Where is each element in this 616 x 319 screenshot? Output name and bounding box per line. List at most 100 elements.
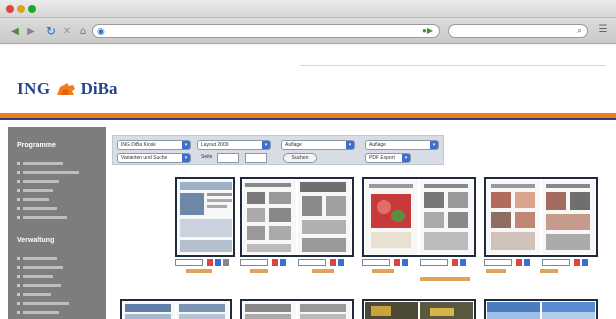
info-icon[interactable] — [223, 259, 229, 266]
auflage-select-value: Auflage — [285, 142, 302, 148]
stop-icon[interactable]: ✕ — [60, 24, 74, 38]
sidebar-item[interactable] — [17, 214, 67, 220]
go-icon[interactable]: ●▶ — [422, 26, 433, 35]
forward-arrow-icon[interactable]: ▶ — [24, 24, 38, 38]
sidebar-item[interactable] — [17, 291, 51, 297]
pdf-icon[interactable] — [516, 259, 522, 266]
page-thumbnail[interactable] — [120, 299, 232, 319]
sidebar-item[interactable] — [17, 255, 57, 261]
thumbnail-page — [177, 302, 229, 319]
browser-window: ◀ ▶ ↻ ✕ ⌂ ◉ ●▶ ⌕ ☰ ING DiBa Programme Ve… — [0, 0, 616, 319]
page-number-field[interactable] — [298, 259, 326, 266]
thumbnail-page — [243, 302, 296, 319]
pdf-icon[interactable] — [394, 259, 400, 266]
thumbnail-page — [542, 180, 595, 254]
sidebar-item[interactable] — [17, 187, 53, 193]
thumbnail-caption — [240, 259, 354, 267]
header-divider — [300, 65, 606, 66]
sidebar-item[interactable] — [17, 300, 69, 306]
page-thumbnail[interactable] — [175, 177, 235, 257]
page-thumbnail[interactable] — [484, 177, 598, 257]
thumbnail-page — [298, 302, 351, 319]
thumbnail-page — [123, 302, 175, 319]
home-icon[interactable]: ⌂ — [76, 24, 90, 38]
page-number-field[interactable] — [240, 259, 268, 266]
thumbnail-caption — [175, 259, 235, 267]
thumbnail-label — [186, 269, 212, 273]
kiosk-select[interactable]: ING DiBa Kiosk ▾ — [117, 140, 191, 150]
thumbnail-label — [486, 269, 506, 273]
chevron-down-icon: ▾ — [430, 141, 438, 149]
page-thumbnail[interactable] — [484, 299, 598, 319]
download-icon[interactable] — [215, 259, 221, 266]
page-thumbnail[interactable] — [362, 177, 476, 257]
sidebar-item[interactable] — [17, 264, 63, 270]
thumbnail-label — [540, 269, 558, 273]
chevron-down-icon: ▾ — [346, 141, 354, 149]
close-window-button[interactable] — [6, 5, 14, 13]
thumbnail-page — [365, 302, 418, 319]
back-arrow-icon[interactable]: ◀ — [8, 24, 22, 38]
sidebar-item[interactable] — [17, 205, 57, 211]
page-thumbnail[interactable] — [240, 177, 354, 257]
pdf-icon[interactable] — [574, 259, 580, 266]
chevron-down-icon: ▾ — [262, 141, 270, 149]
pdf-icon[interactable] — [330, 259, 336, 266]
logo-text-ing: ING — [17, 79, 51, 98]
address-bar[interactable]: ◉ ●▶ — [92, 24, 440, 38]
download-icon[interactable] — [338, 259, 344, 266]
sidebar-item[interactable] — [17, 273, 53, 279]
thumbnail-caption — [484, 259, 598, 267]
zoom-window-button[interactable] — [28, 5, 36, 13]
ing-diba-logo[interactable]: ING DiBa — [17, 77, 117, 101]
auflage-select-2[interactable]: Auflage ▾ — [365, 140, 439, 150]
page-thumbnail[interactable] — [240, 299, 354, 319]
page-label: Seite — [201, 154, 213, 160]
auflage-select[interactable]: Auflage ▾ — [281, 140, 355, 150]
page-number-field[interactable] — [484, 259, 512, 266]
chevron-down-icon: ▾ — [182, 154, 190, 162]
reload-icon[interactable]: ↻ — [44, 24, 58, 38]
page-thumbnail[interactable] — [362, 299, 476, 319]
sidebar-item[interactable] — [17, 309, 59, 315]
sidebar-item[interactable] — [17, 178, 59, 184]
variants-select-value: Varianten und Suche — [121, 155, 168, 161]
page-number-field[interactable] — [420, 259, 448, 266]
title-bar — [0, 0, 616, 18]
filter-panel: ING DiBa Kiosk ▾ Layout 2009 ▾ Auflage ▾ Au… — [112, 135, 444, 165]
download-icon[interactable] — [582, 259, 588, 266]
pdf-icon[interactable] — [272, 259, 278, 266]
thumbnail-page — [542, 302, 595, 319]
logo-text-diba: DiBa — [80, 79, 118, 98]
chevron-down-icon: ▾ — [182, 141, 190, 149]
brand-stripe-blue — [0, 118, 616, 120]
layout-select-value: Layout 2009 — [201, 142, 229, 148]
page-from-input[interactable] — [217, 153, 239, 163]
thumbnail-caption — [362, 259, 476, 267]
sidebar-heading-programme: Programme — [17, 142, 56, 149]
magnifier-icon: ⌕ — [576, 25, 582, 35]
page-number-field[interactable] — [362, 259, 390, 266]
sidebar-item[interactable] — [17, 160, 63, 166]
sidebar-item[interactable] — [17, 282, 61, 288]
kiosk-select-value: ING DiBa Kiosk — [121, 142, 156, 148]
search-button[interactable]: Suchen — [283, 153, 317, 163]
pdf-export-select[interactable]: PDF Export ▾ — [365, 153, 411, 163]
minimize-window-button[interactable] — [17, 5, 25, 13]
bookmarks-icon[interactable]: ☰ — [596, 24, 610, 38]
sidebar-item[interactable] — [17, 169, 79, 175]
sidebar-item[interactable] — [17, 196, 49, 202]
search-field[interactable]: ⌕ — [448, 24, 588, 38]
layout-select[interactable]: Layout 2009 ▾ — [197, 140, 271, 150]
thumbnail-label — [312, 269, 334, 273]
download-icon[interactable] — [460, 259, 466, 266]
pdf-icon[interactable] — [452, 259, 458, 266]
page-number-field[interactable] — [542, 259, 570, 266]
page-number-field[interactable] — [175, 259, 203, 266]
download-icon[interactable] — [524, 259, 530, 266]
variants-select[interactable]: Varianten und Suche ▾ — [117, 153, 191, 163]
download-icon[interactable] — [402, 259, 408, 266]
download-icon[interactable] — [280, 259, 286, 266]
page-to-input[interactable] — [245, 153, 267, 163]
pdf-icon[interactable] — [207, 259, 213, 266]
